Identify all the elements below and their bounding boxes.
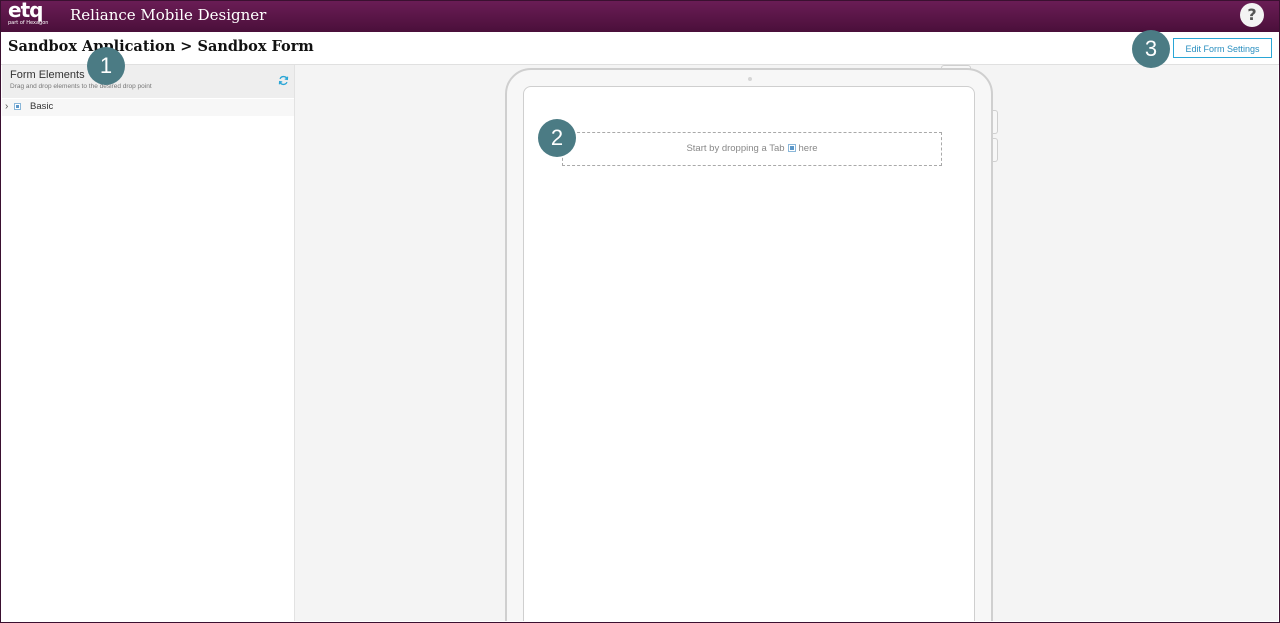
tree-item-label: Basic	[30, 101, 54, 112]
tablet-volume-down	[993, 138, 998, 162]
callout-1: 1	[87, 47, 125, 85]
basic-element-icon	[14, 103, 21, 110]
panel-subtitle: Drag and drop elements to the desired dr…	[10, 83, 152, 90]
tab-icon	[787, 144, 796, 152]
panel-header: Form Elements Drag and drop elements to …	[2, 65, 294, 98]
tablet-volume-up	[993, 110, 998, 134]
design-canvas[interactable]: Start by dropping a Tab here	[295, 65, 1278, 621]
logo-subtitle: part of Hexagon	[8, 20, 49, 26]
breadcrumb: Sandbox Application > Sandbox Form	[8, 38, 314, 55]
callout-3: 3	[1132, 30, 1170, 68]
form-elements-panel: Form Elements Drag and drop elements to …	[2, 65, 295, 621]
chevron-right-icon[interactable]: ›	[5, 101, 8, 113]
tree-item-basic[interactable]: › Basic	[2, 99, 294, 116]
app-title: Reliance Mobile Designer	[70, 6, 267, 24]
panel-title: Form Elements	[10, 69, 85, 81]
callout-2: 2	[538, 119, 576, 157]
dropzone-text-prefix: Start by dropping a Tab	[686, 143, 785, 154]
dropzone-text-suffix: here	[798, 143, 818, 154]
edit-form-settings-button[interactable]: Edit Form Settings	[1173, 38, 1272, 58]
help-button[interactable]: ?	[1240, 3, 1264, 27]
etq-logo: etq part of Hexagon	[8, 0, 52, 31]
tablet-camera	[748, 77, 752, 81]
refresh-icon[interactable]	[278, 75, 289, 86]
tab-drop-zone[interactable]: Start by dropping a Tab here	[562, 132, 942, 166]
tablet-screen	[523, 86, 975, 621]
logo-word: etq	[8, 0, 43, 22]
top-bar: etq part of Hexagon Reliance Mobile Desi…	[0, 0, 1280, 32]
